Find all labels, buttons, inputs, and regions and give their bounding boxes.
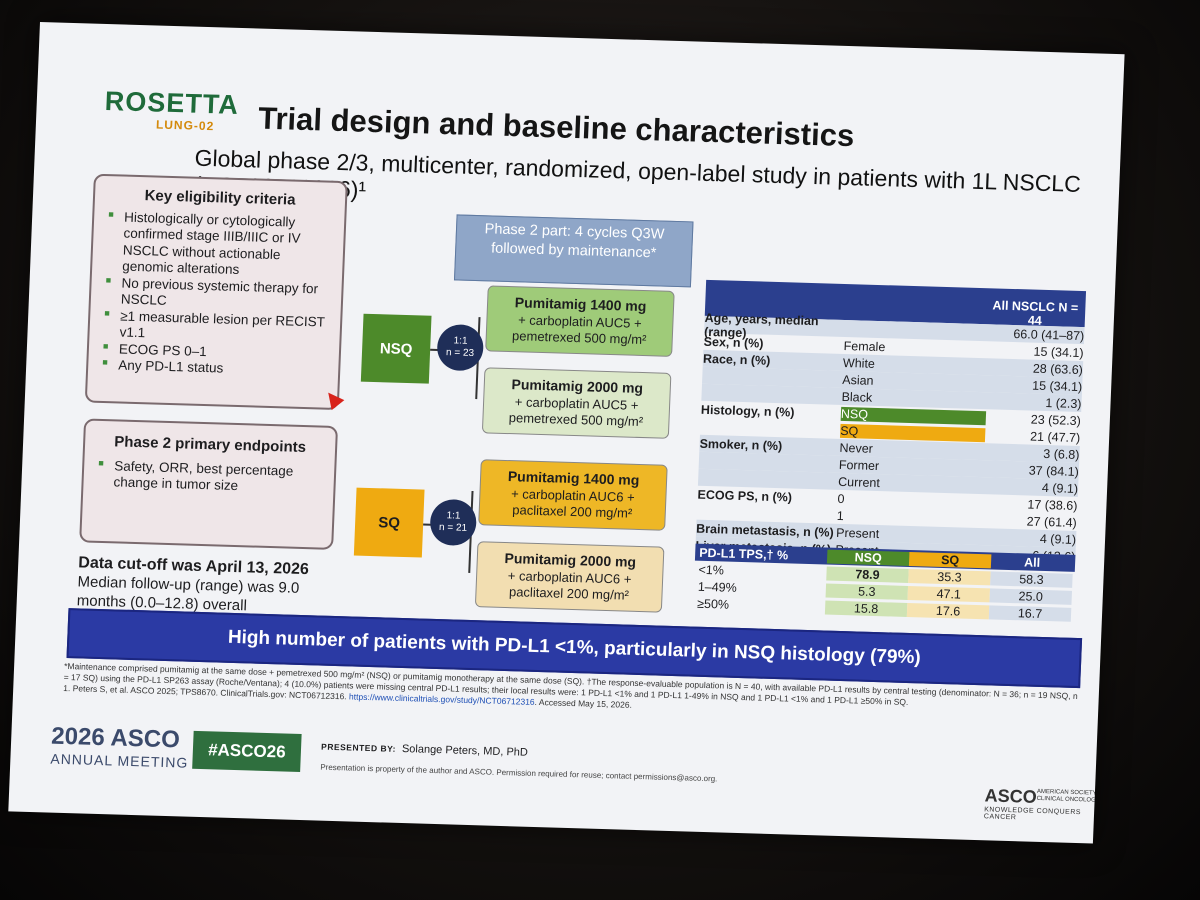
pdl1-cell: 17.6 (906, 602, 990, 619)
row-value: 3 (6.8) (1043, 446, 1080, 462)
pdl1-header-cell: SQ (908, 551, 992, 568)
row-label (702, 392, 842, 396)
median-followup: Median follow-up (range) was 9.0 months … (76, 573, 300, 615)
baseline-table: All NSCLC N = 44 Age, years, median (ran… (695, 279, 1087, 565)
rand-ratio: 1:1 (453, 335, 468, 347)
eligibility-heading: Key eligibility criteria (144, 187, 296, 209)
eligibility-box: Key eligibility criteria Histologically … (84, 173, 348, 411)
pdl1-cell: 16.7 (988, 604, 1072, 622)
phase-2-box: Phase 2 part: 4 cycles Q3W followed by m… (453, 214, 694, 288)
rand-ratio: 1:1 (446, 510, 461, 522)
annual-meeting-label: ANNUAL MEETING (50, 750, 189, 771)
slide-title: Trial design and baseline characteristic… (257, 100, 855, 154)
pdl1-cell: 35.3 (908, 568, 991, 585)
row-value: 37 (84.1) (1028, 463, 1080, 479)
row-value: 28 (63.6) (1032, 361, 1084, 377)
endpoint-item: Safety, ORR, best percentage change in t… (97, 458, 324, 498)
arm-nsq-2000: Pumitamig 2000 mg + carboplatin AUC5 + p… (481, 367, 672, 439)
hashtag-badge: #ASCO26 (192, 730, 302, 773)
row-value: 4 (9.1) (1039, 531, 1077, 547)
pdl1-cell: ≥50% (696, 596, 730, 612)
nsq-cohort-box: NSQ (360, 313, 432, 384)
row-label (699, 460, 839, 464)
endpoints-heading: Phase 2 primary endpoints (113, 433, 307, 457)
rand-n: n = 21 (438, 522, 468, 534)
baseline-header-cell: All NSCLC N = 44 (992, 298, 1079, 328)
presenter-line: PRESENTED BY: Solange Peters, MD, PhD (321, 741, 528, 759)
row-value: 21 (47.7) (1029, 429, 1081, 445)
pdl1-cell: 47.1 (907, 585, 991, 602)
presented-label: PRESENTED BY: (320, 741, 397, 754)
asco-annual-meeting-logo: 2026 ASCO ANNUAL MEETING (50, 723, 190, 771)
asco-logo-text: ASCO (984, 785, 1038, 807)
arm-sq-2000: Pumitamig 2000 mg + carboplatin AUC6 + p… (474, 541, 665, 613)
asco-year: 2026 ASCO (50, 722, 181, 754)
row-label (698, 477, 838, 481)
pdl1-cell: 5.3 (825, 583, 909, 600)
rosetta-logo-sub: LUNG-02 (155, 117, 215, 134)
pdl1-cell: 15.8 (824, 600, 908, 617)
row-value: 27 (61.4) (1026, 513, 1078, 530)
row-value: 17 (38.6) (1027, 496, 1078, 513)
row-label (702, 375, 842, 379)
row-value: 23 (52.3) (1030, 412, 1082, 428)
row-label (697, 511, 837, 515)
row-value: 1 (2.3) (1045, 395, 1082, 411)
row-value: 66.0 (41–87) (1013, 326, 1085, 343)
rosetta-logo: ROSETTA (104, 85, 240, 120)
row-label (700, 426, 840, 430)
arm-sq-1400: Pumitamig 1400 mg + carboplatin AUC6 + p… (478, 459, 668, 531)
row-sub (844, 328, 989, 332)
row-value: 15 (34.1) (1031, 378, 1083, 394)
sq-cohort-box: SQ (353, 487, 425, 558)
pdl1-header-cell: All (1023, 554, 1041, 570)
endpoints-box: Phase 2 primary endpoints Safety, ORR, b… (79, 418, 339, 550)
pdl1-cell: 78.9 (826, 566, 909, 583)
pdl1-cell: 58.3 (990, 570, 1073, 588)
row-value: 4 (9.1) (1041, 480, 1079, 496)
eligibility-item: Histologically or cytologically confirme… (106, 209, 335, 282)
asco-society-logo: ASCO AMERICAN SOCIETY OF CLINICAL ONCOLO… (983, 785, 1107, 823)
row-value: 15 (34.1) (1033, 344, 1084, 360)
accessed-text: . Accessed May 15, 2026. (534, 697, 633, 710)
projected-slide: ROSETTA LUNG-02 Trial design and baselin… (8, 22, 1125, 844)
arm-nsq-1400: Pumitamig 1400 mg + carboplatin AUC5 + p… (485, 285, 675, 357)
rand-n: n = 23 (445, 347, 475, 360)
property-notice: Presentation is property of the author a… (320, 762, 718, 784)
asco-motto: KNOWLEDGE CONQUERS CANCER (983, 806, 1082, 822)
pdl1-table: PD-L1 TPS,† % NSQ SQ All <1% 78.9 35.3 5… (693, 543, 1076, 623)
presenter-name: Solange Peters, MD, PhD (401, 743, 529, 759)
pdl1-cell: 25.0 (989, 587, 1073, 605)
pdl1-header-cell: NSQ (826, 549, 910, 566)
